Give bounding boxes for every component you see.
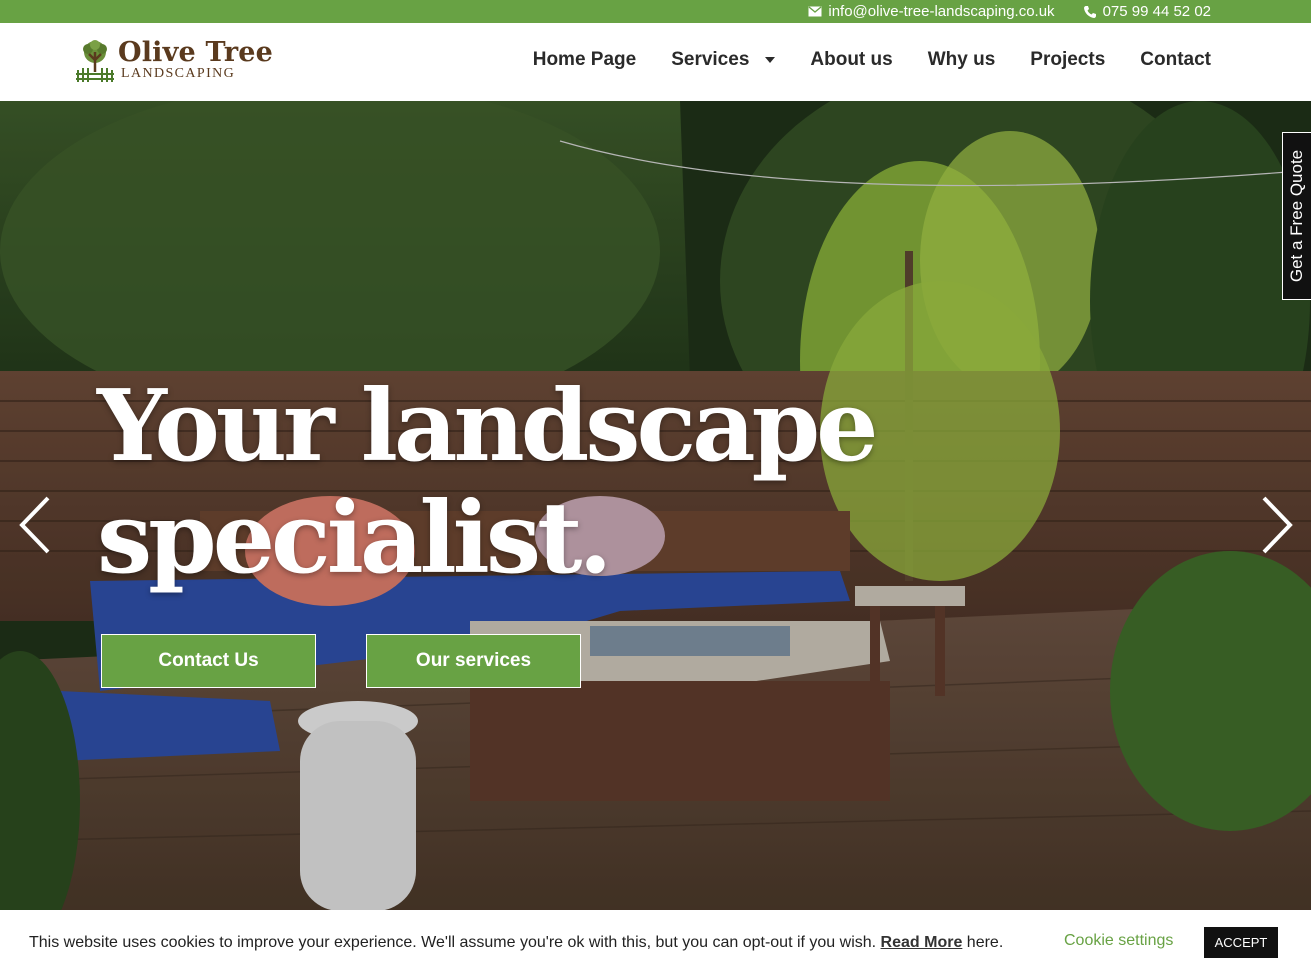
site-header: Olive Tree LANDSCAPING Home Page Service… xyxy=(0,23,1311,101)
chevron-right-icon[interactable] xyxy=(1258,494,1298,556)
contact-us-button[interactable]: Contact Us xyxy=(101,634,316,688)
phone-contact[interactable]: 075 99 44 52 02 xyxy=(1083,3,1211,20)
phone-icon xyxy=(1083,5,1096,18)
nav-label-contact: Contact xyxy=(1140,49,1211,70)
envelope-icon xyxy=(808,6,822,17)
hero-headline: Your landscape specialist. xyxy=(97,369,879,596)
nav-item-home[interactable]: Home Page xyxy=(533,49,636,71)
nav-item-contact[interactable]: Contact xyxy=(1140,49,1211,71)
top-contact-bar: info@olive-tree-landscaping.co.uk 075 99… xyxy=(0,0,1311,23)
nav-item-services[interactable]: Services xyxy=(671,49,776,71)
email-link[interactable]: info@olive-tree-landscaping.co.uk xyxy=(828,3,1054,20)
headline-line-1: Your landscape xyxy=(97,369,879,484)
cookie-message: This website uses cookies to improve you… xyxy=(29,934,1003,952)
email-contact[interactable]: info@olive-tree-landscaping.co.uk xyxy=(808,3,1055,20)
cookie-settings-link[interactable]: Cookie settings xyxy=(1064,932,1173,950)
logo-title: Olive Tree xyxy=(118,37,274,68)
headline-line-2: specialist. xyxy=(97,481,612,596)
read-more-link[interactable]: Read More xyxy=(881,934,963,951)
main-nav: Home Page Services About us Why us Proje… xyxy=(533,49,1211,71)
nav-label-about: About us xyxy=(810,49,893,70)
our-services-button[interactable]: Our services xyxy=(366,634,581,688)
cookie-banner: This website uses cookies to improve you… xyxy=(0,910,1311,975)
nav-item-projects[interactable]: Projects xyxy=(1030,49,1105,71)
nav-label-why-us: Why us xyxy=(927,49,996,70)
site-logo[interactable]: Olive Tree LANDSCAPING xyxy=(76,38,273,84)
nav-item-about[interactable]: About us xyxy=(810,49,892,71)
free-quote-tab[interactable]: Get a Free Quote xyxy=(1282,132,1311,300)
cookie-text-after: here. xyxy=(962,933,1004,951)
logo-subtitle: LANDSCAPING xyxy=(121,66,236,81)
phone-link[interactable]: 075 99 44 52 02 xyxy=(1103,3,1211,20)
nav-label-home: Home Page xyxy=(532,49,637,70)
logo-text: Olive Tree LANDSCAPING xyxy=(118,37,274,81)
nav-item-why-us[interactable]: Why us xyxy=(928,49,996,71)
chevron-left-icon[interactable] xyxy=(14,494,54,556)
hero-slider: Your landscape specialist. Contact Us Ou… xyxy=(0,101,1311,910)
olive-tree-logo-icon xyxy=(76,40,114,82)
accept-cookies-button[interactable]: ACCEPT xyxy=(1204,927,1278,958)
free-quote-label: Get a Free Quote xyxy=(1287,149,1307,283)
nav-label-services: Services xyxy=(671,49,750,70)
caret-down-icon xyxy=(765,57,776,63)
nav-label-projects: Projects xyxy=(1030,49,1106,70)
cookie-text-before: This website uses cookies to improve you… xyxy=(29,933,881,951)
